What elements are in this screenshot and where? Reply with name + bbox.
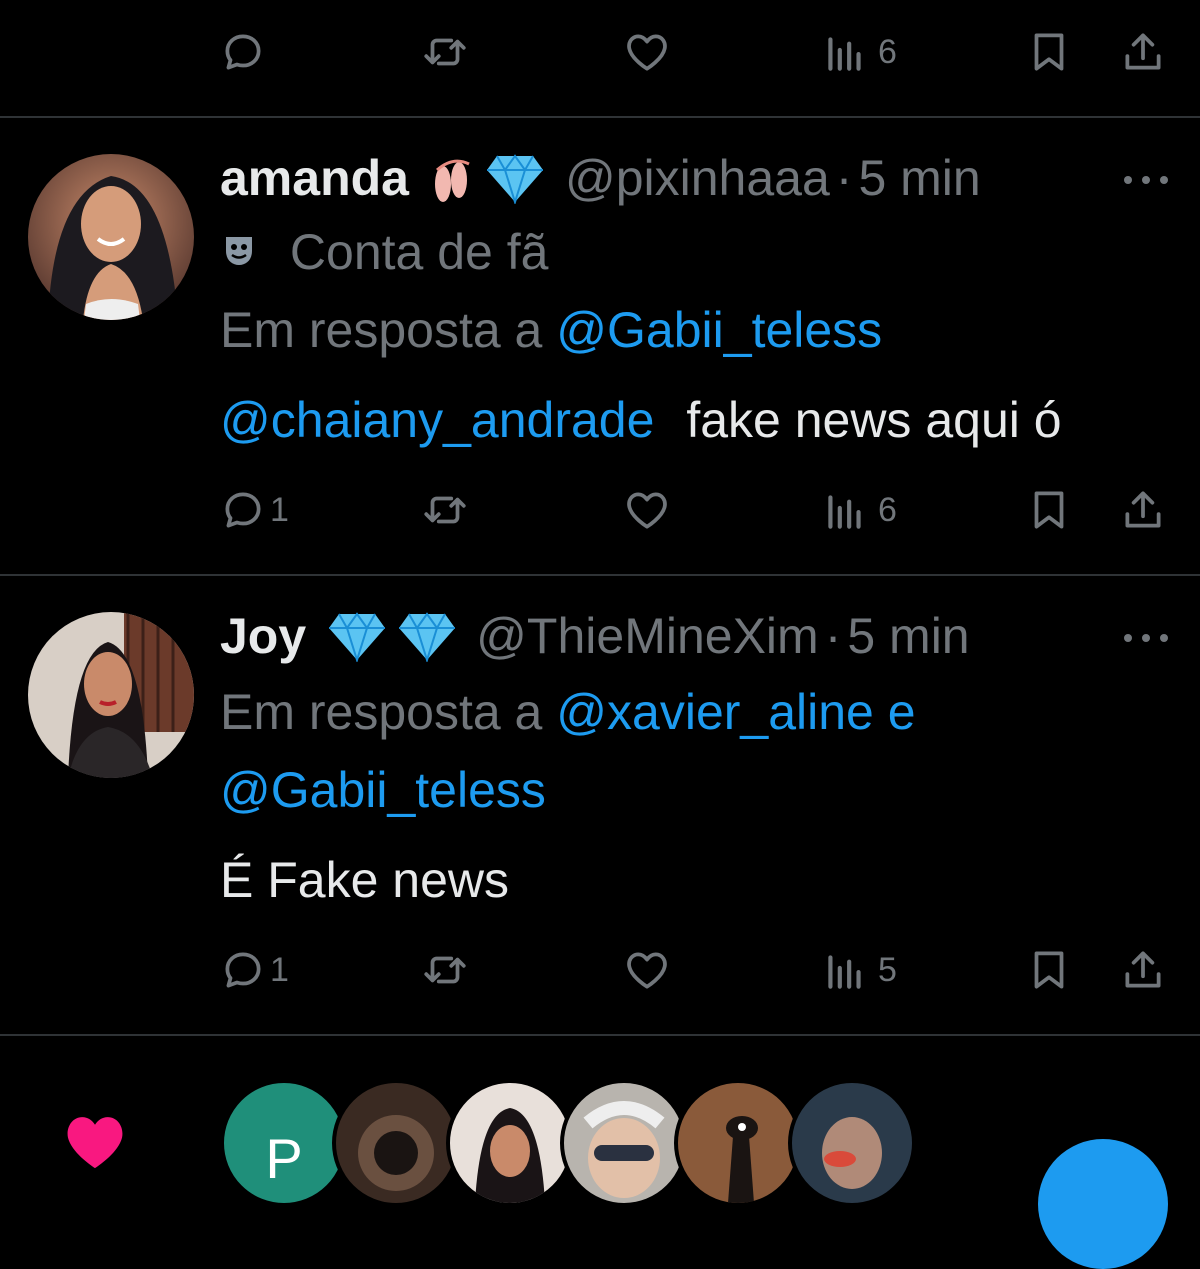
views-count: 6 bbox=[878, 490, 897, 529]
heart-filled-icon bbox=[60, 1107, 130, 1176]
display-name[interactable]: amanda bbox=[220, 149, 409, 207]
tweet-text: É Fake news bbox=[220, 850, 509, 910]
reply-context-continued: @Gabii_teless bbox=[220, 760, 546, 820]
reply-to-link[interactable]: @Gabii_teless bbox=[556, 302, 882, 358]
share-button[interactable] bbox=[1118, 480, 1168, 540]
views-icon bbox=[828, 955, 861, 989]
retweet-icon bbox=[424, 38, 466, 66]
heart-icon bbox=[627, 34, 667, 71]
more-options-icon[interactable] bbox=[1124, 628, 1168, 648]
tweet-joy[interactable]: Joy @ThieMineXim · 5 min Em resposta a @… bbox=[0, 576, 1200, 1034]
views-icon bbox=[828, 37, 861, 71]
reply-button[interactable] bbox=[218, 22, 268, 82]
liked-by-row[interactable]: P bbox=[0, 1075, 1200, 1269]
timestamp[interactable]: 5 min bbox=[858, 149, 980, 207]
gem-icon bbox=[324, 610, 390, 662]
reply-count: 1 bbox=[270, 490, 289, 529]
retweet-button[interactable] bbox=[420, 22, 470, 82]
fan-account-label: Conta de fã bbox=[220, 222, 548, 286]
share-button[interactable] bbox=[1118, 940, 1168, 1000]
theater-masks-icon bbox=[220, 226, 264, 286]
handle[interactable]: @pixinhaaa bbox=[565, 149, 830, 207]
retweet-icon bbox=[424, 496, 466, 524]
tweet-body: fake news aqui ó bbox=[686, 392, 1062, 448]
views-icon bbox=[828, 495, 861, 529]
separator-dot: · bbox=[835, 150, 853, 206]
avatar[interactable] bbox=[446, 1079, 574, 1207]
heart-icon bbox=[627, 492, 667, 529]
reply-context: Em resposta a @xavier_aline e bbox=[220, 682, 916, 742]
reply-to-link[interactable]: @xavier_aline e bbox=[556, 684, 915, 740]
tweet-text: @chaiany_andrade fake news aqui ó bbox=[220, 390, 1062, 450]
avatar-initial: P bbox=[265, 1126, 303, 1190]
retweet-button[interactable] bbox=[420, 940, 470, 1000]
tweet-header: Joy @ThieMineXim · 5 min bbox=[220, 606, 970, 666]
avatar[interactable]: P bbox=[220, 1079, 348, 1207]
reply-button[interactable]: 1 bbox=[218, 480, 289, 540]
label-text: Conta de fã bbox=[289, 224, 549, 280]
separator-dot: · bbox=[824, 608, 842, 664]
retweet-icon bbox=[424, 956, 466, 984]
gem-icon bbox=[485, 152, 545, 204]
avatar[interactable] bbox=[674, 1079, 802, 1207]
reply-icon bbox=[225, 952, 261, 988]
views-button[interactable]: 5 bbox=[820, 940, 897, 1000]
reply-to-link[interactable]: @Gabii_teless bbox=[220, 762, 546, 818]
avatar[interactable] bbox=[560, 1079, 688, 1207]
views-button[interactable]: 6 bbox=[820, 22, 897, 82]
bookmark-icon bbox=[1034, 951, 1064, 989]
retweet-button[interactable] bbox=[420, 480, 470, 540]
views-button[interactable]: 6 bbox=[820, 480, 897, 540]
tweet-header: amanda @pixinhaaa · 5 min bbox=[220, 148, 981, 208]
bookmark-button[interactable] bbox=[1024, 22, 1074, 82]
share-icon bbox=[1125, 491, 1161, 528]
reply-icon bbox=[225, 34, 261, 70]
reply-context: Em resposta a @Gabii_teless bbox=[220, 300, 882, 360]
compose-button[interactable] bbox=[1038, 1139, 1168, 1269]
avatar[interactable] bbox=[28, 154, 194, 320]
reply-button[interactable]: 1 bbox=[218, 940, 289, 1000]
like-button[interactable] bbox=[622, 22, 672, 82]
avatar[interactable] bbox=[28, 612, 194, 778]
gem-icon bbox=[394, 610, 460, 662]
top-action-bar: 6 bbox=[0, 22, 1200, 82]
mention-link[interactable]: @chaiany_andrade bbox=[220, 392, 654, 448]
bookmark-icon bbox=[1034, 33, 1064, 71]
more-options-icon[interactable] bbox=[1124, 170, 1168, 190]
bookmark-button[interactable] bbox=[1024, 480, 1074, 540]
bookmark-button[interactable] bbox=[1024, 940, 1074, 1000]
display-name[interactable]: Joy bbox=[220, 607, 306, 665]
views-count: 6 bbox=[878, 32, 897, 71]
tweet-body: É Fake news bbox=[220, 852, 510, 908]
reply-icon bbox=[225, 492, 261, 528]
avatar[interactable] bbox=[332, 1079, 460, 1207]
like-button[interactable] bbox=[622, 480, 672, 540]
tweet-amanda[interactable]: amanda @pixinhaaa · 5 min Conta de fã Em… bbox=[0, 118, 1200, 574]
reply-prefix: Em resposta a bbox=[220, 302, 543, 358]
share-icon bbox=[1125, 951, 1161, 988]
reply-count: 1 bbox=[270, 950, 289, 989]
heart-icon bbox=[627, 952, 667, 989]
timestamp[interactable]: 5 min bbox=[847, 607, 969, 665]
views-count: 5 bbox=[878, 950, 897, 989]
avatar[interactable] bbox=[788, 1079, 916, 1207]
share-icon bbox=[1125, 33, 1161, 70]
handle[interactable]: @ThieMineXim bbox=[476, 607, 819, 665]
tweet-actions: 1 5 bbox=[0, 940, 1200, 1000]
ballet-shoes-icon bbox=[423, 150, 479, 206]
bookmark-icon bbox=[1034, 491, 1064, 529]
divider bbox=[0, 1034, 1200, 1036]
share-button[interactable] bbox=[1118, 22, 1168, 82]
tweet-actions: 1 6 bbox=[0, 480, 1200, 540]
reply-prefix: Em resposta a bbox=[220, 684, 543, 740]
like-button[interactable] bbox=[622, 940, 672, 1000]
